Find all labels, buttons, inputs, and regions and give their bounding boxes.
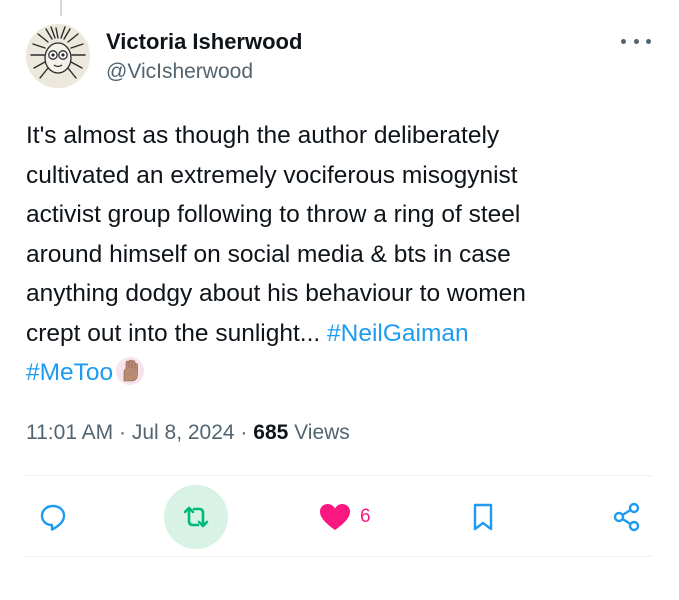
raised-hand-emoji-icon (115, 356, 145, 399)
tweet-text-line-with-hashtag: crept out into the sunlight... #NeilGaim… (26, 314, 656, 354)
reply-button[interactable] (22, 486, 84, 548)
thread-connector-line (60, 0, 62, 16)
tweet-text: It's almost as though the author deliber… (26, 116, 656, 399)
tweet-time[interactable]: 11:01 AM (26, 421, 113, 444)
hashtag-neilgaiman-link[interactable]: #NeilGaiman (327, 320, 469, 347)
tweet-text-line: around himself on social media & bts in … (26, 240, 511, 268)
author-names: Victoria Isherwood @VicIsherwood (106, 28, 302, 86)
bookmark-button[interactable] (452, 486, 514, 548)
share-icon (613, 502, 640, 532)
tweet-text-line: It's almost as though the author deliber… (26, 122, 500, 149)
divider (26, 556, 653, 557)
reply-icon (40, 504, 66, 531)
avatar-image (26, 24, 90, 88)
tweet-meta: 11:01 AM · Jul 8, 2024 · 685 Views (26, 418, 350, 448)
like-button[interactable]: 6 (318, 486, 388, 548)
bookmark-icon (473, 503, 493, 531)
hashtag-metoo-link[interactable]: #MeToo (26, 359, 113, 386)
meta-separator: · (234, 421, 254, 444)
tweet-text-line: crept out into the sunlight... (26, 319, 327, 347)
tweet-date[interactable]: Jul 8, 2024 (132, 421, 235, 444)
like-count: 6 (360, 506, 371, 527)
tweet-text-line: anything dodgy about his behaviour to wo… (26, 280, 526, 307)
views-label[interactable]: Views (288, 421, 350, 444)
more-dot-icon (646, 38, 651, 44)
author-display-name[interactable]: Victoria Isherwood (106, 28, 302, 56)
views-count[interactable]: 685 (253, 421, 288, 444)
more-dot-icon (621, 38, 626, 44)
tweet-text-line: cultivated an extremely vociferous misog… (26, 161, 518, 189)
divider (26, 475, 653, 476)
heart-icon (320, 504, 350, 530)
retweet-button[interactable] (164, 485, 228, 549)
avatar[interactable] (26, 24, 90, 88)
more-dot-icon (633, 38, 639, 44)
tweet-text-line: activist group following to throw a ring… (26, 201, 521, 228)
tweet-text-line-with-hashtag: #MeToo (26, 353, 656, 399)
more-options-button[interactable] (621, 32, 651, 50)
author-handle[interactable]: @VicIsherwood (106, 58, 302, 86)
retweet-icon (183, 506, 209, 528)
meta-separator: · (113, 421, 132, 444)
tweet-header: Victoria Isherwood @VicIsherwood (26, 24, 659, 92)
tweet-detail: Victoria Isherwood @VicIsherwood It's al… (0, 0, 679, 600)
share-button[interactable] (596, 486, 658, 548)
action-bar: 6 (0, 485, 679, 549)
